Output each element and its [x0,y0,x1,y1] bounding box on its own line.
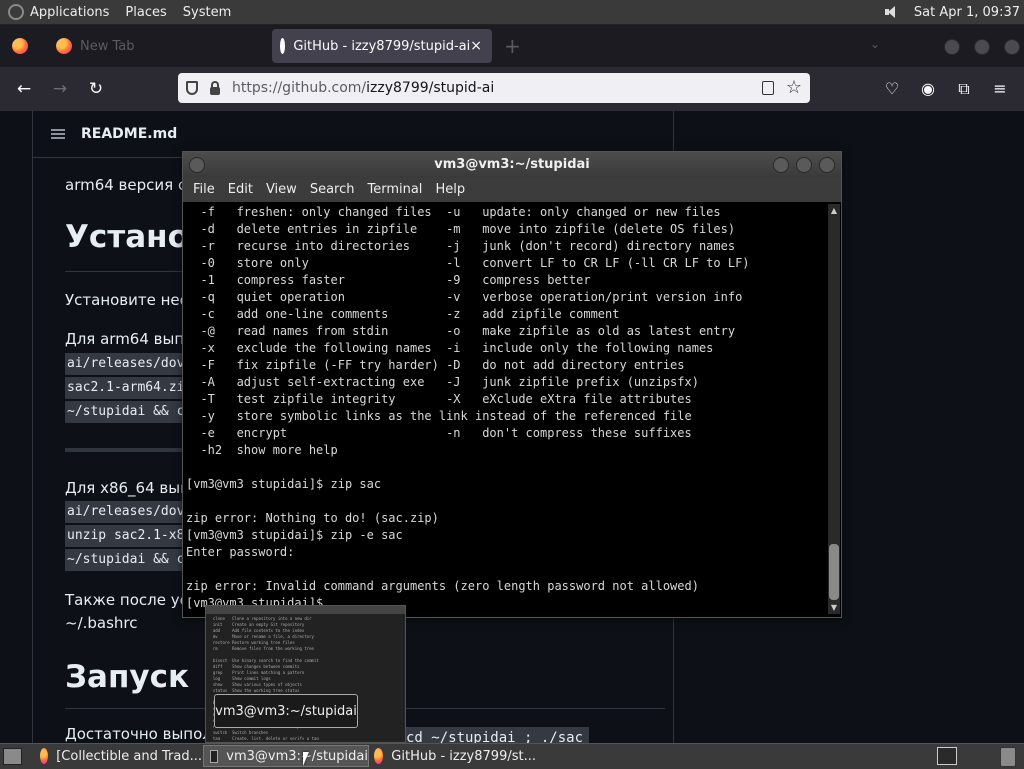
panel-tray: Sat Apr 1, 09:37 [884,0,1020,24]
panel-menu-applications[interactable]: Applications [30,5,109,20]
readme-paragraph: ~/.bashrc [65,614,138,632]
taskbar-item-label: vm3@vm3:~/stupidai [226,748,368,764]
window-maximize-button[interactable] [974,39,990,55]
forward-arrow-icon[interactable]: → [49,79,71,99]
terminal-titlebar[interactable]: vm3@vm3:~/stupidai [183,152,841,177]
tab-new-tab[interactable]: New Tab [46,29,266,63]
panel-menu-system[interactable]: System [183,5,231,20]
inline-code: unzip sac2.1-x8 [65,525,187,547]
menu-terminal[interactable]: Terminal [367,182,422,197]
tab-label: New Tab [80,38,135,54]
inline-code: sac2.1-arm64.zi [65,377,187,399]
back-arrow-icon[interactable]: ← [13,79,35,99]
hamburger-menu-icon[interactable]: ≡ [990,79,1010,98]
panel-menu-places[interactable]: Places [125,5,166,20]
distro-logo-icon[interactable] [8,4,24,20]
nav-bar: ← → ↻ https://github.com/izzy8799/stupid… [0,67,1024,111]
inline-code: ~/stupidai && c [65,401,187,423]
firefox-icon [40,748,49,764]
url-bar[interactable]: https://github.com/izzy8799/stupid-ai ☆ [178,73,810,103]
readme-filename[interactable]: README.md [81,126,177,142]
menu-file[interactable]: File [193,182,215,197]
taskbar-tooltip: vm3@vm3:~/stupidai [214,694,358,728]
outline-list-icon[interactable] [51,129,65,139]
list-all-tabs-chevron-icon[interactable]: ⌄ [870,37,880,51]
terminal-icon [210,749,219,763]
firefox-view-icon[interactable] [12,38,28,54]
trash-icon[interactable] [1000,747,1016,767]
mouse-cursor-icon [303,752,309,766]
bookmark-star-icon[interactable]: ☆ [786,77,802,98]
firefox-icon [374,748,384,764]
inline-code: ~/stupidai && c [65,549,187,571]
inline-code: ai/releases/dov [65,501,187,523]
maximize-button[interactable] [796,157,812,173]
pocket-icon[interactable]: ♡ [882,79,902,98]
terminal-output[interactable]: -f freshen: only changed files -u update… [186,204,826,614]
tab-github[interactable]: GitHub - izzy8799/stupid-ai × [272,29,492,63]
tab-strip: New Tab GitHub - izzy8799/stupid-ai × + … [0,25,1024,67]
reader-view-icon[interactable] [762,81,774,95]
readme-paragraph: Для arm64 выпо [65,330,194,348]
new-tab-plus-icon[interactable]: + [504,34,521,58]
taskbar-item-firefox-github[interactable]: GitHub - izzy8799/st... [370,745,536,767]
taskbar-item-firefox-collectible[interactable]: [Collectible and Trad... [36,745,202,767]
tab-close-icon[interactable]: × [470,38,482,54]
url-path: izzy8799/stupid-ai [366,80,495,96]
minimize-button[interactable] [773,157,789,173]
scrollbar-thumb[interactable] [829,544,839,600]
url-host: https://github.com/ [232,80,367,96]
url-text[interactable]: https://github.com/izzy8799/stupid-ai [232,80,494,96]
firefox-icon [56,38,72,54]
scroll-up-arrow-icon[interactable]: ▲ [828,206,840,215]
workspace-switcher[interactable] [937,747,957,765]
menu-help[interactable]: Help [435,182,465,197]
readme-paragraph: Для x86_64 вып [65,479,190,497]
show-desktop-icon[interactable] [3,748,22,765]
menu-search[interactable]: Search [310,182,355,197]
github-icon [280,38,292,54]
taskbar-item-label: GitHub - izzy8799/st... [391,748,536,764]
reload-icon[interactable]: ↻ [85,79,107,99]
close-button[interactable] [819,157,835,173]
heading-run: Запуск [65,659,189,695]
volume-icon[interactable] [884,5,900,19]
lock-icon[interactable] [210,81,220,95]
extensions-icon[interactable]: ⧉ [954,79,974,99]
window-minimize-button[interactable] [944,39,960,55]
taskbar-item-terminal[interactable]: vm3@vm3:~/stupidai [203,745,369,767]
taskbar-item-label: [Collectible and Trad... [56,748,202,764]
tracking-protection-shield-icon[interactable] [186,81,198,95]
inline-code: ai/releases/dov [65,353,187,375]
window-close-button[interactable] [1004,39,1020,55]
top-panel: Applications Places System Sat Apr 1, 09… [0,0,1024,25]
preview-menubar [206,606,405,614]
terminal-window[interactable]: vm3@vm3:~/stupidai File Edit View Search… [182,151,842,618]
window-menu-icon[interactable] [189,157,205,173]
terminal-scrollbar[interactable]: ▲ ▼ [828,204,840,614]
menu-edit[interactable]: Edit [228,182,253,197]
menu-view[interactable]: View [266,182,297,197]
inline-code: cd ~/stupidai ; ./sac [400,727,590,743]
readme-paragraph: Также после уст [65,591,197,609]
readme-paragraph: Установите необ [65,291,199,309]
readme-paragraph: arm64 версия со [65,176,196,194]
scroll-down-arrow-icon[interactable]: ▼ [828,603,840,612]
account-icon[interactable]: ◉ [918,79,938,98]
bottom-taskbar: [Collectible and Trad... vm3@vm3:~/stupi… [0,743,1024,769]
terminal-menubar: File Edit View Search Terminal Help [183,177,841,202]
tab-label: GitHub - izzy8799/stupid-ai [293,38,471,54]
panel-clock[interactable]: Sat Apr 1, 09:37 [914,5,1020,20]
terminal-title: vm3@vm3:~/stupidai [434,157,590,172]
